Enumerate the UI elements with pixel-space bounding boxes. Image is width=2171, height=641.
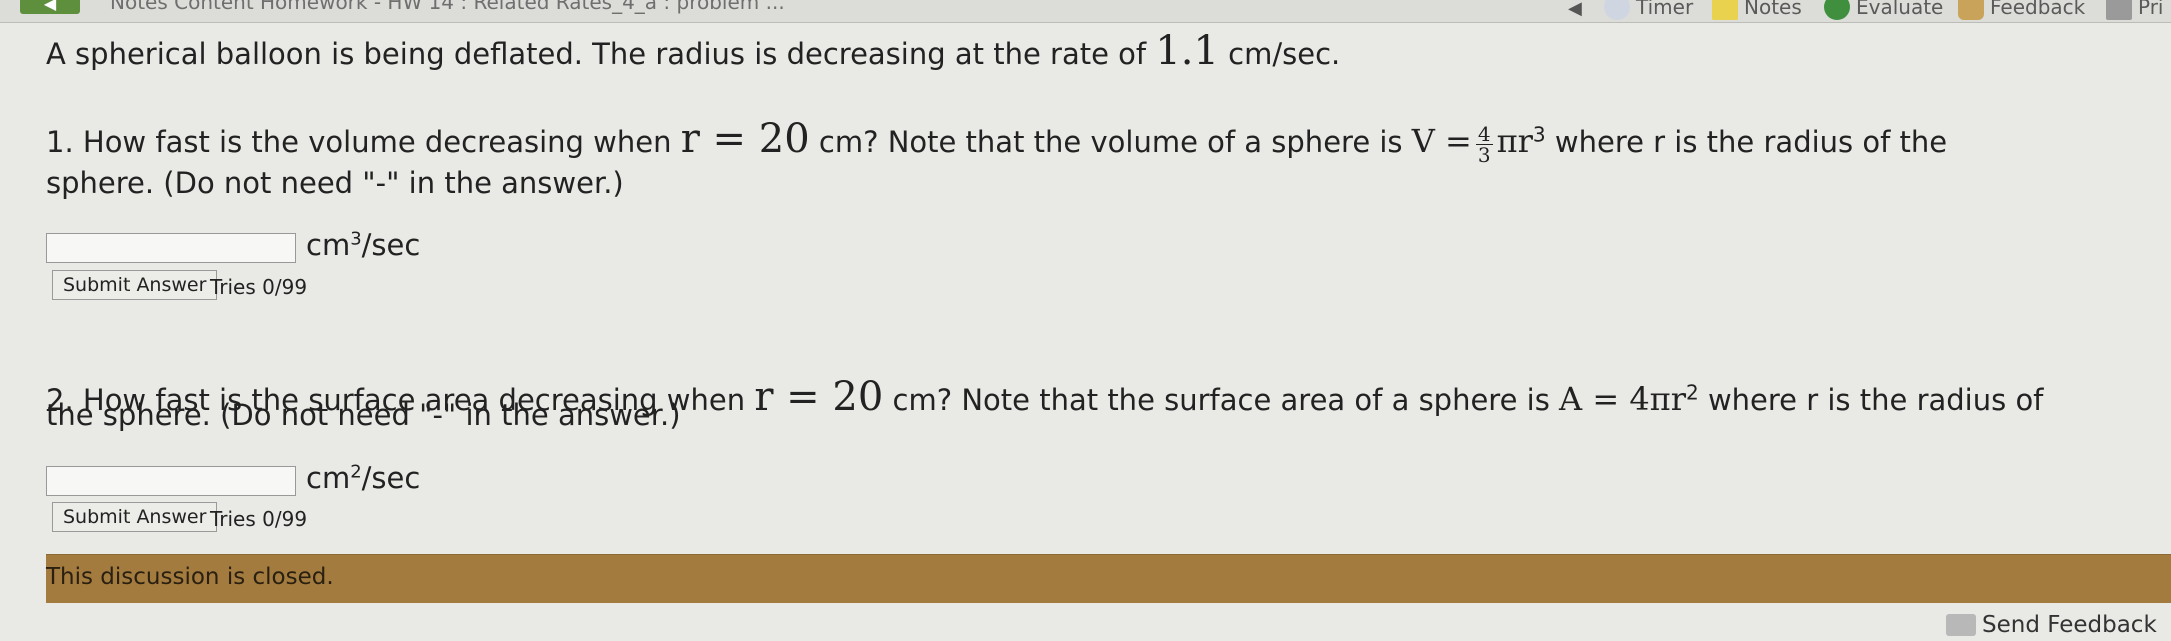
q1-middle: cm? Note that the volume of a sphere is (818, 125, 1403, 159)
q2-answer-input[interactable] (46, 466, 296, 496)
top-toolbar: ◀ Notes Content Homework - HW 14 : Relat… (0, 0, 2171, 23)
q1-formula-lhs: V = (1411, 122, 1472, 160)
q2-suffix: where r is the radius of (1707, 383, 2044, 417)
q2-line2: the sphere. (Do not need "-" in the answ… (46, 398, 681, 432)
feedback-envelope-icon (1946, 614, 1976, 636)
q1-tries: Tries 0/99 (210, 275, 308, 299)
print-button[interactable]: Pri (2106, 0, 2164, 20)
previous-arrow-icon[interactable]: ◀ (1568, 0, 1582, 19)
evaluate-label: Evaluate (1856, 0, 1944, 19)
breadcrumb: Notes Content Homework - HW 14 : Related… (110, 0, 785, 14)
rate-unit: cm/sec. (1228, 37, 1341, 71)
q1-unit-exp: 3 (350, 228, 362, 250)
q2-tries: Tries 0/99 (210, 507, 308, 531)
back-arrow-icon[interactable]: ◀ (20, 0, 80, 14)
evaluate-button[interactable]: Evaluate (1824, 0, 1943, 20)
q2-r-expr: r = 20 (754, 374, 884, 420)
timer-icon (1604, 0, 1630, 20)
q2-submit-button[interactable]: Submit Answer (52, 502, 218, 532)
q1-suffix: where r is the radius of the (1554, 125, 1948, 159)
rate-value: 1.1 (1155, 28, 1219, 74)
feedback-icon (1958, 0, 1984, 20)
evaluate-icon (1824, 0, 1850, 20)
q1-line1: 1. How fast is the volume decreasing whe… (46, 116, 1947, 165)
problem-intro: A spherical balloon is being deflated. T… (46, 28, 1340, 74)
q1-unit: cm3/sec (306, 228, 420, 262)
q2-unit-tail: /sec (361, 461, 421, 495)
q1-fraction: 43 (1475, 121, 1493, 167)
intro-text: A spherical balloon is being deflated. T… (46, 37, 1147, 71)
q2-unit-exp: 2 (350, 461, 362, 483)
q1-answer-input[interactable] (46, 233, 296, 263)
q1-prefix: 1. How fast is the volume decreasing whe… (46, 125, 672, 159)
q2-unit: cm2/sec (306, 461, 420, 495)
q1-formula-rest: πr (1496, 122, 1533, 160)
timer-label: Timer (1636, 0, 1694, 19)
q1-unit-base: cm (306, 228, 351, 262)
q1-submit-button[interactable]: Submit Answer (52, 270, 218, 300)
notes-button[interactable]: Notes (1712, 0, 1802, 20)
q1-unit-tail: /sec (361, 228, 421, 262)
notes-label: Notes (1744, 0, 1802, 19)
timer-button[interactable]: Timer (1604, 0, 1693, 20)
print-label: Pri (2138, 0, 2164, 19)
notes-icon (1712, 0, 1738, 20)
send-feedback-label: Send Feedback (1982, 612, 2157, 638)
feedback-button[interactable]: Feedback (1958, 0, 2085, 20)
q2-formula-lhs: A = 4πr (1559, 380, 1686, 418)
send-feedback-link[interactable]: Send Feedback (1946, 612, 2157, 638)
fraction-denominator: 3 (1477, 142, 1491, 167)
q2-unit-base: cm (306, 461, 351, 495)
q2-middle: cm? Note that the surface area of a sphe… (892, 383, 1550, 417)
fraction-numerator: 4 (1475, 121, 1493, 146)
feedback-label: Feedback (1990, 0, 2086, 19)
q1-r-expr: r = 20 (680, 116, 810, 162)
print-icon (2106, 0, 2132, 20)
q1-line2: sphere. (Do not need "-" in the answer.) (46, 166, 624, 200)
q2-formula-exp: 2 (1686, 380, 1699, 405)
discussion-closed-text: This discussion is closed. (46, 564, 334, 590)
discussion-closed-bar: This discussion is closed. (46, 554, 2171, 603)
q1-formula-exp: 3 (1532, 122, 1546, 147)
